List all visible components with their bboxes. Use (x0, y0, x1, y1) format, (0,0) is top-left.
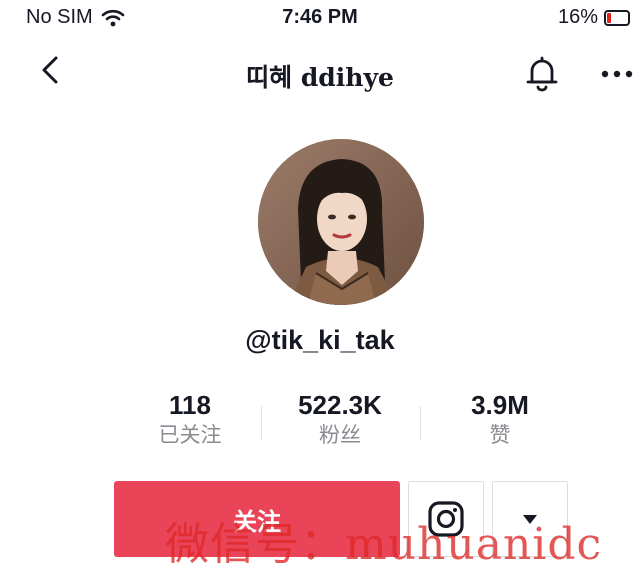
stat-label: 粉丝 (319, 424, 361, 447)
notification-button[interactable] (520, 52, 564, 96)
status-time: 7:46 PM (282, 6, 358, 28)
watermark-text: 微信号：muhuanidc (165, 519, 603, 570)
stat-label: 赞 (489, 424, 511, 447)
battery-icon (604, 9, 630, 26)
battery-percent: 16% (557, 6, 598, 28)
stat-following[interactable]: 118 已关注 (120, 388, 260, 450)
status-right: 16% (558, 6, 630, 29)
avatar[interactable] (258, 139, 424, 305)
nav-bar: 띠혜 ddihye (0, 40, 640, 104)
stat-value: 522.3K (298, 390, 382, 420)
stat-value: 3.9M (471, 390, 529, 420)
avatar-photo (258, 139, 424, 305)
more-options-button[interactable] (598, 54, 638, 94)
stat-likes[interactable]: 3.9M 赞 (430, 388, 570, 450)
stat-followers[interactable]: 522.3K 粉丝 (270, 388, 410, 450)
stat-value: 118 (169, 390, 211, 420)
divider (261, 406, 262, 440)
divider (420, 406, 421, 440)
status-bar: No SIM 7:46 PM 16% (0, 0, 640, 34)
username-handle: @tik_ki_tak (245, 325, 395, 355)
stats-row: 118 已关注 522.3K 粉丝 3.9M 赞 (120, 388, 560, 458)
more-horizontal-icon (601, 70, 633, 78)
stat-label: 已关注 (158, 424, 222, 447)
bell-icon (526, 56, 558, 92)
